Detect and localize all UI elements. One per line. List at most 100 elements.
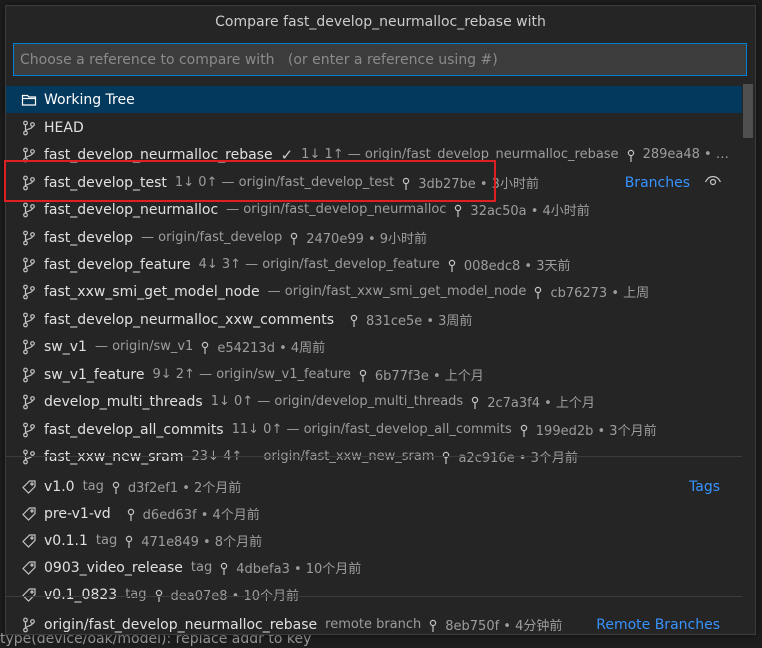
item-description: — origin/fast_develop 2470e99 • 9小时前 <box>141 228 427 247</box>
item-description: 831ce5e • 3周前 <box>342 310 472 329</box>
tracking-info: 1↓ 1↑ — origin/fast_develop_neurmalloc_r… <box>301 147 619 162</box>
commit-sha: 8eb750f • 4分钟前 <box>445 619 563 634</box>
git-commit-icon <box>218 560 230 576</box>
branch-icon <box>20 146 38 164</box>
item-description: remote branch 8eb750f • 4分钟前 <box>325 615 562 634</box>
commit-sha: 32ac50a • 4小时前 <box>470 204 590 219</box>
git-commit-icon <box>452 202 464 218</box>
tracking-info: tag <box>190 560 213 575</box>
quick-pick-widget: Compare fast_develop_neurmalloc_rebase w… <box>5 5 756 635</box>
item-name: fast_develop <box>44 229 134 246</box>
branch-icon <box>20 311 38 329</box>
list-scrollbar[interactable] <box>743 84 753 138</box>
git-commit-icon <box>348 312 360 328</box>
item-description: 1↓ 0↑ — origin/fast_develop_test 3db27be … <box>175 173 539 192</box>
tracking-info: tag <box>125 587 147 602</box>
git-commit-icon <box>153 587 165 603</box>
branch-list-item[interactable]: Working Tree <box>6 86 742 113</box>
branch-list-item[interactable]: fast_develop_neurmalloc — origin/fast_dev… <box>6 196 742 223</box>
tag-list-item[interactable]: v0.1_0823 tag dea07e8 • 10个月前 <box>6 581 742 608</box>
item-name: Working Tree <box>44 91 135 108</box>
item-name: v0.1_0823 <box>44 586 118 603</box>
git-commit-icon <box>446 257 458 273</box>
branch-list-item[interactable]: fast_develop_neurmalloc_rebase ✓ 1↓ 1↑ — o… <box>6 141 742 168</box>
item-description: 11↓ 0↑ — origin/fast_develop_all_commits… <box>232 420 657 439</box>
branch-list-item[interactable]: fast_develop_neurmalloc_xxw_comments 831c… <box>6 306 742 333</box>
tag-list-item[interactable]: pre-v1-vd d6ed63f • 4个月前 <box>6 500 742 527</box>
item-description: tag d3f2ef1 • 2个月前 <box>83 477 242 496</box>
tracking-info: — origin/sw_v1 <box>94 339 194 354</box>
current-branch-check-icon: ✓ <box>280 145 294 164</box>
commit-sha: 289ea48 • … <box>642 147 729 162</box>
reference-search-input[interactable] <box>13 43 747 76</box>
item-name: sw_v1_feature <box>44 366 145 383</box>
commit-sha: d3f2ef1 • 2个月前 <box>127 481 242 496</box>
tag-list-item[interactable]: v0.1.1 tag 471e849 • 8个月前 <box>6 527 742 554</box>
item-name: v0.1.1 <box>44 532 88 549</box>
git-commit-icon <box>427 617 439 633</box>
item-name: fast_develop_neurmalloc_xxw_comments <box>44 311 334 328</box>
tag-list-item[interactable]: 0903_video_release tag 4dbefa3 • 10个月前 <box>6 554 742 581</box>
item-description: 9↓ 2↑ — origin/sw_v1_feature 6b77f3e • 上个… <box>152 365 483 384</box>
tracking-info: tag <box>95 533 118 548</box>
item-description: — origin/fast_xxw_smi_get_model_node cb76… <box>268 282 649 301</box>
group-label: Tags <box>689 478 720 495</box>
item-name: develop_multi_threads <box>44 393 203 410</box>
commit-sha: 3db27be • 3小时前 <box>418 177 539 192</box>
branch-icon <box>20 366 38 384</box>
branch-list-item[interactable]: fast_develop — origin/fast_develop 2470e99… <box>6 224 742 251</box>
item-name: fast_develop_neurmalloc <box>44 201 219 218</box>
folder-icon <box>20 91 38 109</box>
item-name: HEAD <box>44 119 84 136</box>
quick-pick-title: Compare fast_develop_neurmalloc_rebase w… <box>215 14 546 30</box>
item-name: fast_develop_test <box>44 174 167 191</box>
item-name: v1.0 <box>44 478 75 495</box>
git-commit-icon <box>288 230 300 246</box>
tracking-info: 1↓ 0↑ — origin/fast_develop_test <box>174 175 395 190</box>
tracking-info: — origin/fast_xxw_smi_get_model_node <box>267 284 527 299</box>
git-commit-icon <box>123 533 135 549</box>
reference-list: Working Tree HEAD fast_develop_neurmalloc_… <box>6 84 755 634</box>
commit-sha: 471e849 • 8个月前 <box>141 535 263 550</box>
branch-list-item[interactable]: origin/fast_develop_neurmalloc_rebase rem… <box>6 611 742 638</box>
git-commit-icon <box>400 175 412 191</box>
branch-list-item[interactable]: fast_develop_test 1↓ 0↑ — origin/fast_dev… <box>6 169 742 196</box>
item-description: 1↓ 1↑ — origin/fast_develop_neurmalloc_r… <box>301 147 729 163</box>
branch-icon <box>20 174 38 192</box>
tracking-info: 4↓ 3↑ — origin/fast_develop_feature <box>198 257 440 272</box>
tag-icon <box>20 586 38 604</box>
tag-list-item[interactable]: v1.0 tag d3f2ef1 • 2个月前 Tags <box>6 473 742 500</box>
branch-list-item[interactable]: sw_v1_feature 9↓ 2↑ — origin/sw_v1_featur… <box>6 361 742 388</box>
commit-sha: 199ed2b • 3个月前 <box>535 424 657 439</box>
branch-icon <box>20 283 38 301</box>
branch-icon <box>20 256 38 274</box>
commit-sha: 831ce5e • 3周前 <box>366 314 473 329</box>
git-commit-icon <box>532 284 544 300</box>
item-name: fast_develop_all_commits <box>44 421 224 438</box>
commit-sha: d6ed63f • 4个月前 <box>142 508 260 523</box>
branch-list-item[interactable]: fast_xxw_smi_get_model_node — origin/fast… <box>6 278 742 305</box>
branch-list-item[interactable]: sw_v1 — origin/sw_v1 e54213d • 4周前 <box>6 333 742 360</box>
branch-list-item[interactable]: HEAD <box>6 114 742 141</box>
group-separator <box>6 456 742 457</box>
branch-icon <box>20 201 38 219</box>
eye-icon[interactable] <box>704 172 722 194</box>
tracking-info: tag <box>82 479 104 494</box>
branch-icon <box>20 616 38 634</box>
tag-icon <box>20 532 38 550</box>
item-description: — origin/fast_develop_neurmalloc 32ac50a … <box>226 200 590 219</box>
item-description: 1↓ 0↑ — origin/develop_multi_threads 2c7a… <box>211 392 595 411</box>
tracking-info: 1↓ 0↑ — origin/develop_multi_threads <box>210 394 464 409</box>
commit-sha: dea07e8 • 10个月前 <box>170 589 300 604</box>
item-description: tag 471e849 • 8个月前 <box>96 531 262 550</box>
git-commit-icon <box>518 422 530 438</box>
branch-icon <box>20 229 38 247</box>
commit-sha: e54213d • 4周前 <box>217 341 326 356</box>
branch-list-item[interactable]: fast_develop_feature 4↓ 3↑ — origin/fast_… <box>6 251 742 278</box>
group-separator <box>6 596 742 597</box>
branch-list-item[interactable]: develop_multi_threads 1↓ 0↑ — origin/deve… <box>6 388 742 415</box>
commit-sha: 6b77f3e • 上个月 <box>374 369 484 384</box>
branch-list-item[interactable]: fast_develop_all_commits 11↓ 0↑ — origin/… <box>6 416 742 443</box>
tag-icon <box>20 478 38 496</box>
commit-sha: cb76273 • 上周 <box>550 286 650 301</box>
